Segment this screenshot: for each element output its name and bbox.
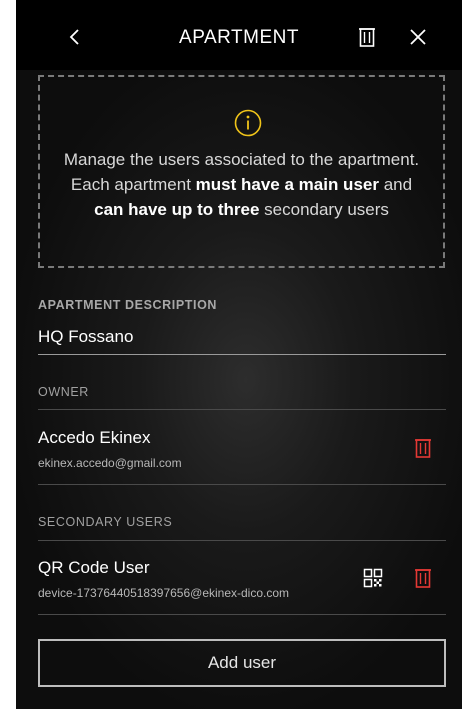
secondary-user-email: device-17376440518397656@ekinex-dico.com bbox=[38, 586, 290, 600]
divider bbox=[38, 614, 446, 615]
top-bar: APARTMENT bbox=[16, 0, 462, 70]
close-icon bbox=[410, 29, 426, 45]
info-bold-part: can have up to three bbox=[94, 200, 260, 219]
description-underline bbox=[38, 354, 446, 355]
secondary-users-label: SECONDARY USERS bbox=[38, 515, 173, 529]
secondary-user-name: QR Code User bbox=[38, 558, 150, 577]
divider bbox=[38, 484, 446, 485]
info-message: Manage the users associated to the apart… bbox=[60, 147, 423, 222]
info-icon bbox=[234, 109, 262, 137]
delete-apartment-button[interactable] bbox=[356, 26, 378, 48]
description-input[interactable]: HQ Fossano bbox=[38, 327, 133, 347]
trash-icon bbox=[359, 28, 375, 47]
trash-icon bbox=[415, 439, 431, 458]
info-bold-part: must have a main user bbox=[195, 175, 379, 194]
info-box: Manage the users associated to the apart… bbox=[38, 75, 445, 268]
divider bbox=[38, 409, 446, 410]
trash-icon bbox=[415, 569, 431, 588]
delete-secondary-user-button[interactable] bbox=[412, 567, 434, 589]
divider bbox=[38, 540, 446, 541]
delete-owner-button[interactable] bbox=[412, 437, 434, 459]
qr-code-icon bbox=[363, 568, 383, 588]
owner-email: ekinex.accedo@gmail.com bbox=[38, 456, 182, 470]
info-text-part: and bbox=[378, 175, 413, 194]
owner-label: OWNER bbox=[38, 385, 89, 399]
info-text-part: secondary users bbox=[259, 200, 389, 219]
apartment-screen: APARTMENT Manage the users associated to… bbox=[16, 0, 462, 709]
qr-code-button[interactable] bbox=[362, 567, 384, 589]
owner-name: Accedo Ekinex bbox=[38, 428, 151, 447]
close-button[interactable] bbox=[407, 26, 429, 48]
description-label: APARTMENT DESCRIPTION bbox=[38, 298, 218, 312]
add-user-button[interactable]: Add user bbox=[38, 639, 446, 687]
page-title: APARTMENT bbox=[179, 27, 299, 48]
